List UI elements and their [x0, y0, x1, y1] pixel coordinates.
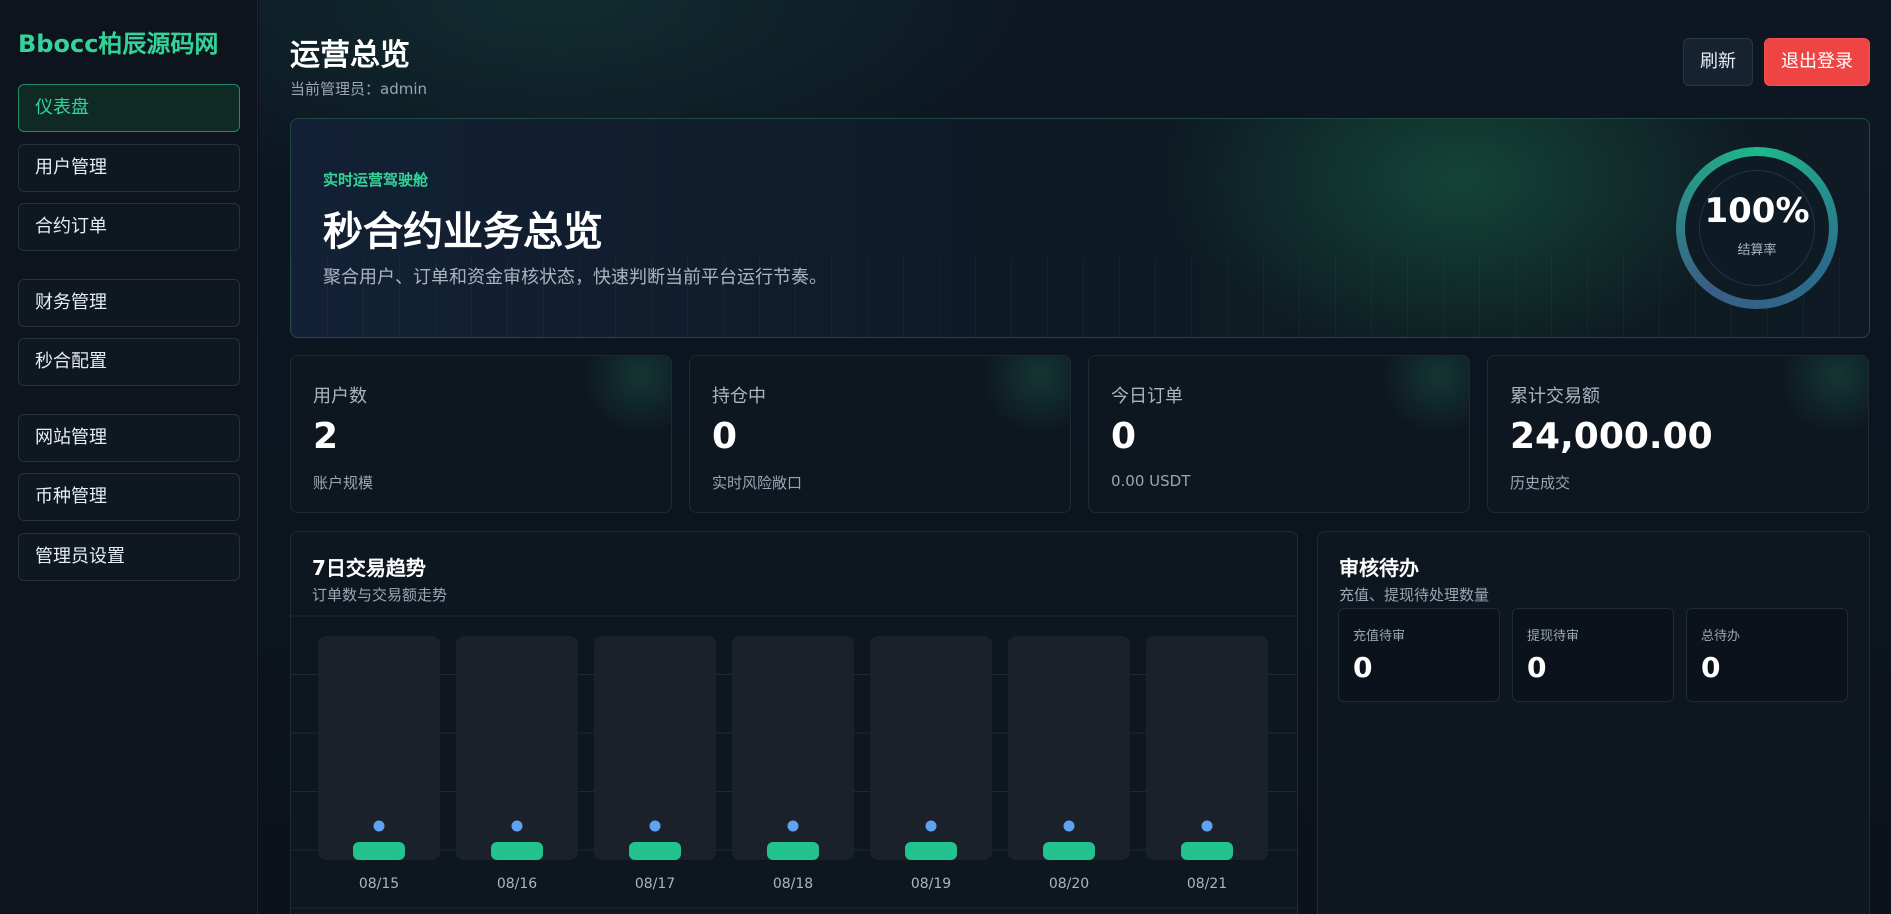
- stat-card-today-orders: 今日订单 0 0.00 USDT: [1088, 355, 1470, 513]
- bar-orders: [905, 842, 957, 860]
- sidebar-item-admin-settings[interactable]: 管理员设置: [18, 533, 240, 581]
- stat-label: 用户数: [313, 386, 367, 407]
- point-amount: [1063, 820, 1075, 832]
- hero-description: 聚合用户、订单和资金审核状态，快速判断当前平台运行节奏。: [323, 267, 827, 288]
- bar-orders: [1043, 842, 1095, 860]
- stat-card-positions: 持仓中 0 实时风险敞口: [689, 355, 1071, 513]
- sidebar-item-finance[interactable]: 财务管理: [18, 279, 240, 327]
- sidebar-item-currency[interactable]: 币种管理: [18, 473, 240, 521]
- x-tick-label: 08/18: [773, 876, 813, 892]
- x-tick-label: 08/19: [911, 876, 951, 892]
- stat-value: 0: [712, 416, 738, 457]
- pending-withdraw-value: 0: [1527, 651, 1547, 684]
- sidebar: Bbocc柏辰源码网 仪表盘 用户管理 合约订单 财务管理 秒合配置 网站管理 …: [0, 0, 258, 914]
- x-tick-label: 08/21: [1187, 876, 1227, 892]
- point-amount: [649, 820, 661, 832]
- stat-label: 持仓中: [712, 386, 766, 407]
- sidebar-item-website[interactable]: 网站管理: [18, 414, 240, 462]
- trend-panel-subtitle: 订单数与交易额走势: [312, 586, 448, 604]
- bar-orders: [1181, 842, 1233, 860]
- point-amount: [787, 820, 799, 832]
- logout-button[interactable]: 退出登录: [1764, 38, 1870, 86]
- stat-value: 0: [1111, 416, 1137, 457]
- review-panel: 审核待办 充值、提现待处理数量 充值待审 0 提现待审 0 总待办 0: [1317, 531, 1870, 914]
- x-tick-label: 08/16: [497, 876, 537, 892]
- x-tick-label: 08/15: [359, 876, 399, 892]
- refresh-button[interactable]: 刷新: [1683, 38, 1753, 86]
- stat-label: 累计交易额: [1510, 386, 1600, 407]
- bar-orders: [767, 842, 819, 860]
- stat-sub: 0.00 USDT: [1111, 472, 1191, 490]
- bar-orders: [353, 842, 405, 860]
- stat-value: 24,000.00: [1510, 416, 1713, 457]
- stat-sub: 实时风险敞口: [712, 474, 803, 492]
- review-panel-title: 审核待办: [1339, 556, 1419, 580]
- bar-orders: [491, 842, 543, 860]
- brand-logo-text[interactable]: Bbocc柏辰源码网: [18, 24, 218, 59]
- sidebar-item-contract-config[interactable]: 秒合配置: [18, 338, 240, 386]
- stat-value: 2: [313, 416, 339, 457]
- hero-banner: 实时运营驾驶舱 秒合约业务总览 聚合用户、订单和资金审核状态，快速判断当前平台运…: [290, 118, 1870, 338]
- pending-total-label: 总待办: [1701, 629, 1741, 644]
- pending-deposit-value: 0: [1353, 651, 1373, 684]
- trend-panel: 7日交易趋势 订单数与交易额走势 08/15 08/16 08/17 08/18 08/…: [290, 531, 1298, 914]
- pending-deposit-card[interactable]: 充值待审 0: [1338, 608, 1500, 702]
- main-content: 运营总览 当前管理员：admin 刷新 退出登录 实时运营驾驶舱 秒合约业务总览…: [259, 0, 1891, 914]
- sidebar-item-dashboard[interactable]: 仪表盘: [18, 84, 240, 132]
- hero-title: 秒合约业务总览: [323, 209, 603, 255]
- settlement-rate-label: 结算率: [1737, 243, 1777, 258]
- point-amount: [925, 820, 937, 832]
- bar-orders: [629, 842, 681, 860]
- sidebar-item-users[interactable]: 用户管理: [18, 144, 240, 192]
- x-tick-label: 08/20: [1049, 876, 1089, 892]
- review-panel-subtitle: 充值、提现待处理数量: [1339, 586, 1490, 604]
- settlement-rate-ring: 100% 结算率: [1676, 147, 1838, 309]
- page-title: 运营总览: [290, 38, 410, 73]
- stat-label: 今日订单: [1111, 386, 1183, 407]
- current-admin-text: 当前管理员：admin: [290, 80, 428, 98]
- trend-panel-title: 7日交易趋势: [312, 556, 426, 580]
- stat-card-users: 用户数 2 账户规模: [290, 355, 672, 513]
- point-amount: [511, 820, 523, 832]
- pending-withdraw-card[interactable]: 提现待审 0: [1512, 608, 1674, 702]
- pending-total-value: 0: [1701, 651, 1721, 684]
- point-amount: [373, 820, 385, 832]
- stat-card-total-volume: 累计交易额 24,000.00 历史成交: [1487, 355, 1869, 513]
- stat-sub: 账户规模: [313, 474, 374, 492]
- trend-chart: 08/15 08/16 08/17 08/18 08/19 08/20 08/21: [291, 615, 1297, 909]
- settlement-rate-value: 100%: [1704, 191, 1810, 231]
- pending-deposit-label: 充值待审: [1353, 629, 1406, 644]
- hero-eyebrow: 实时运营驾驶舱: [323, 171, 429, 189]
- pending-withdraw-label: 提现待审: [1527, 629, 1580, 644]
- x-tick-label: 08/17: [635, 876, 675, 892]
- pending-total-card[interactable]: 总待办 0: [1686, 608, 1848, 702]
- sidebar-item-contract-orders[interactable]: 合约订单: [18, 203, 240, 251]
- point-amount: [1201, 820, 1213, 832]
- stat-sub: 历史成交: [1510, 474, 1571, 492]
